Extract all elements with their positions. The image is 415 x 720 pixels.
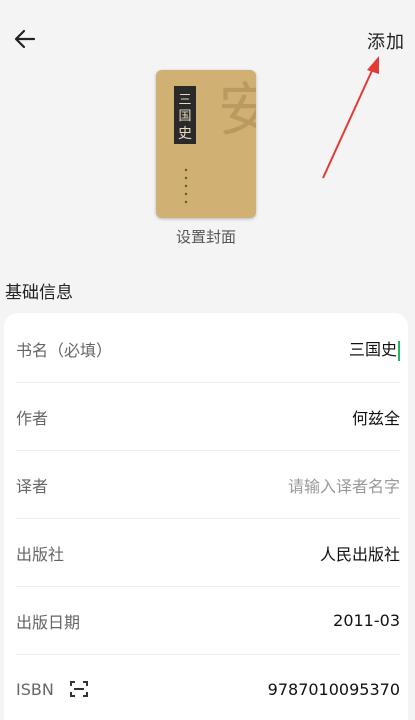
translator-label: 译者 <box>16 476 49 496</box>
basic-info-card: 书名（必填） 三国史 作者 何兹全 译者 请输入译者名字 出版社 人民出版社 出… <box>4 313 408 720</box>
title-value: 三国史 <box>348 340 397 360</box>
text-caret <box>398 340 400 361</box>
svg-text:三: 三 <box>178 93 191 108</box>
scan-icon[interactable] <box>69 681 88 697</box>
publisher-label: 出版社 <box>16 544 65 564</box>
form-row-publisher[interactable]: 出版社 人民出版社 <box>16 519 400 587</box>
title-input[interactable]: 三国史 <box>349 336 400 361</box>
svg-text:安: 安 <box>218 76 256 144</box>
form-row-publish-date[interactable]: 出版日期 2011-03 <box>16 587 400 655</box>
form-row-author[interactable]: 作者 何兹全 <box>16 383 400 451</box>
publish-date-label: 出版日期 <box>16 612 81 632</box>
author-label: 作者 <box>16 408 49 428</box>
section-title-basic-info: 基础信息 <box>5 283 73 303</box>
isbn-input[interactable]: 9787010095370 <box>268 680 400 699</box>
publisher-input[interactable]: 人民出版社 <box>320 541 400 565</box>
annotation-arrow <box>322 56 379 179</box>
back-arrow-icon <box>14 29 36 49</box>
add-book-page: 添加 安 三 国 史 设置封面 基础信息 书名（必填） 三国史 作者 何兹全 译… <box>0 0 415 720</box>
book-cover-image: 安 三 国 史 <box>156 70 256 218</box>
add-button[interactable]: 添加 <box>367 28 405 54</box>
svg-text:国: 国 <box>178 109 191 124</box>
translator-input[interactable]: 请输入译者名字 <box>288 473 400 497</box>
form-row-title[interactable]: 书名（必填） 三国史 <box>16 315 400 383</box>
form-row-translator[interactable]: 译者 请输入译者名字 <box>16 451 400 519</box>
isbn-label: ISBN <box>16 679 54 699</box>
author-input[interactable]: 何兹全 <box>352 405 400 429</box>
publish-date-input[interactable]: 2011-03 <box>333 611 400 630</box>
isbn-label-group: ISBN <box>16 680 88 699</box>
form-row-isbn[interactable]: ISBN 9787010095370 <box>16 655 400 720</box>
title-label: 书名（必填） <box>16 340 113 360</box>
set-cover-label[interactable]: 设置封面 <box>0 226 412 247</box>
book-cover[interactable]: 安 三 国 史 <box>156 70 256 218</box>
back-button[interactable] <box>8 22 42 56</box>
svg-text:史: 史 <box>178 126 192 142</box>
